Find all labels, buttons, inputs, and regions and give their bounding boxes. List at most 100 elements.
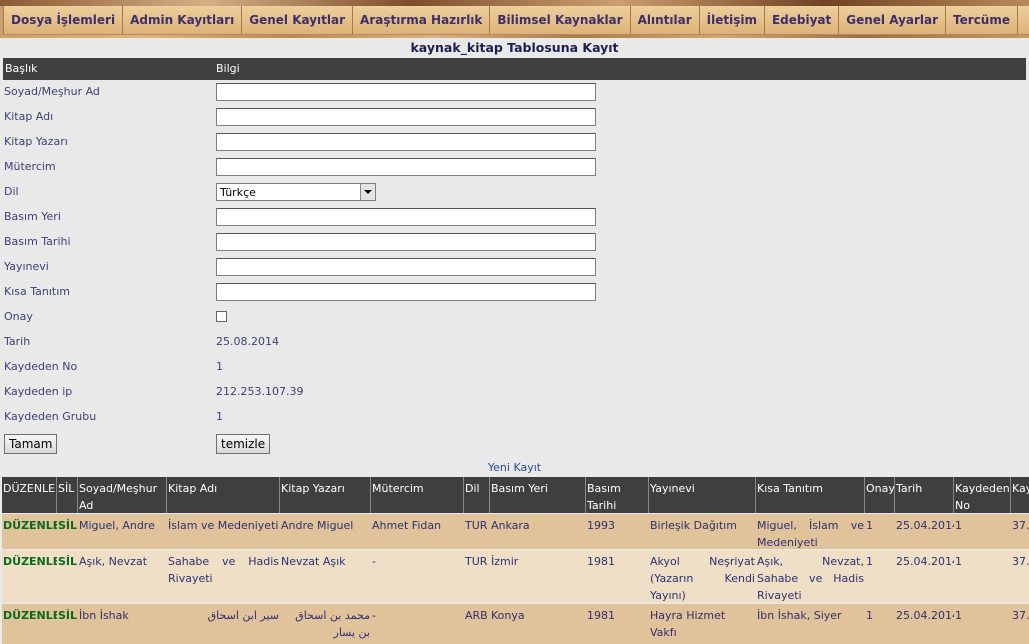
col-basim-tarihi: Basım Tarihi <box>586 477 649 513</box>
kaydeden-no-label: Kaydeden No <box>4 360 78 373</box>
cell-basim-yeri: Konya <box>491 609 525 622</box>
cell-dil: TUR <box>465 519 488 532</box>
edit-link[interactable]: DÜZENLE <box>2 517 57 534</box>
menu-genel-ayarlar[interactable]: Genel Ayarlar <box>839 6 947 34</box>
kaydeden-grubu-label: Kaydeden Grubu <box>4 410 97 423</box>
basim-yeri-input[interactable] <box>216 208 596 226</box>
edit-link[interactable]: DÜZENLE <box>2 553 57 570</box>
main-menu: Dosya İşlemleri Admin Kayıtları Genel Ka… <box>3 6 1029 35</box>
kaydeden-ip-value: 212.253.107.39 <box>216 385 304 398</box>
delete-link[interactable]: SİL <box>57 553 78 570</box>
cell-onay: 1 <box>866 555 873 568</box>
top-banner: Dosya İşlemleri Admin Kayıtları Genel Ka… <box>0 0 1029 38</box>
col-onay: Onay <box>865 477 895 513</box>
col-mutercim: Mütercim <box>371 477 464 513</box>
soyad-label: Soyad/Meşhur Ad <box>4 85 100 98</box>
row-onay: Onay <box>3 306 1026 331</box>
yayinevi-label: Yayınevi <box>4 260 49 273</box>
yayinevi-input[interactable] <box>216 258 596 276</box>
cell-kaydeden-no: 1 <box>955 519 962 532</box>
cell-kitap-adi: İslam ve Medeniyeti <box>168 519 279 532</box>
row-mutercim: Mütercim <box>3 156 1026 181</box>
row-kisa-tanitim: Kısa Tanıtım <box>3 281 1026 306</box>
menu-dosya-islemleri[interactable]: Dosya İşlemleri <box>3 6 124 34</box>
menu-alintilar[interactable]: Alıntılar <box>631 6 700 34</box>
col-kaydeden-no: Kaydeden No <box>954 477 1011 513</box>
kaydeden-ip-label: Kaydeden ip <box>4 385 73 398</box>
menu-tercume[interactable]: Tercüme <box>946 6 1018 34</box>
cell-basim-yeri: Ankara <box>491 519 530 532</box>
kisa-tanitim-label: Kısa Tanıtım <box>4 285 70 298</box>
row-basim-tarihi: Basım Tarihi <box>3 231 1026 256</box>
mutercim-input[interactable] <box>216 158 596 176</box>
cell-basim-tarihi: 1981 <box>587 555 615 568</box>
cell-yayinevi: Akyol Neşriyat (Yazarın Kendi Yayını) <box>650 555 755 602</box>
table-row: DÜZENLE SİL Miguel, Andre İslam ve Meden… <box>2 514 1029 549</box>
tarih-value: 25.08.2014 <box>216 335 279 348</box>
row-dil: Dil Türkçe <box>3 181 1026 206</box>
cell-kitap-adi: سیر ابن اسحاق <box>207 609 279 622</box>
menu-arastirma-hazirlik[interactable]: Araştırma Hazırlık <box>353 6 491 34</box>
dil-select[interactable]: Türkçe <box>216 183 376 201</box>
submit-button[interactable]: Tamam <box>4 434 58 454</box>
col-kisa-tanitim: Kısa Tanıtım <box>756 477 865 513</box>
col-duzenle: DÜZENLE <box>2 477 57 513</box>
list-title: Yeni Kayıt <box>487 461 542 474</box>
form-header-row: Başlık Bilgi <box>3 58 1026 80</box>
cell-kisa-tanitim: Miguel, İslam ve Medeniyeti <box>757 519 864 549</box>
delete-link[interactable]: SİL <box>57 517 78 534</box>
row-kitap-yazari: Kitap Yazarı <box>3 131 1026 156</box>
cell-kitap-yazari: Nevzat Aşık <box>281 555 346 568</box>
cell-soyad: Miguel, Andre <box>79 519 155 532</box>
cell-kisa-tanitim: Aşık, Nevzat, Sahabe ve Hadis Rivayeti <box>757 555 864 602</box>
kitap-yazari-label: Kitap Yazarı <box>4 135 68 148</box>
row-kaydeden-grubu: Kaydeden Grubu 1 <box>3 406 1026 431</box>
edit-link[interactable]: DÜZENLE <box>2 607 57 624</box>
kitap-adi-input[interactable] <box>216 108 596 126</box>
col-sil: SİL <box>57 477 78 513</box>
cell-onay: 1 <box>866 609 873 622</box>
cell-mutercim: Ahmet Fidan <box>372 519 442 532</box>
cell-kitap-yazari: Andre Miguel <box>281 519 354 532</box>
col-yayinevi: Yayınevi <box>649 477 756 513</box>
row-soyad: Soyad/Meşhur Ad <box>3 81 1026 106</box>
delete-link[interactable]: SİL <box>57 607 78 624</box>
cell-onay: 1 <box>866 519 873 532</box>
dil-label: Dil <box>4 185 19 198</box>
cell-basim-tarihi: 1981 <box>587 609 615 622</box>
cell-soyad: Aşık, Nevzat <box>79 555 148 568</box>
reset-button[interactable]: temizle <box>216 434 271 454</box>
cell-dil: TUR <box>465 555 488 568</box>
menu-bilimsel-kaynaklar[interactable]: Bilimsel Kaynaklar <box>490 6 631 34</box>
kaydeden-no-value: 1 <box>216 360 223 373</box>
table-row: DÜZENLE SİL İbn İshak سیر ابن اسحاق محمد… <box>2 604 1029 644</box>
col-kay: Kay <box>1011 477 1029 513</box>
dil-selected-value: Türkçe <box>220 186 256 199</box>
row-tarih: Tarih 25.08.2014 <box>3 331 1026 356</box>
cell-kaydeden-no: 1 <box>955 555 962 568</box>
cell-kisa-tanitim: İbn İshak, Siyer <box>757 609 842 622</box>
table-row: DÜZENLE SİL Aşık, Nevzat Sahabe ve Hadis… <box>2 550 1029 603</box>
cell-kay: 37. <box>1012 519 1029 532</box>
chevron-down-icon[interactable] <box>360 184 375 200</box>
row-kitap-adi: Kitap Adı <box>3 106 1026 131</box>
basim-tarihi-input[interactable] <box>216 233 596 251</box>
cell-basim-yeri: İzmir <box>491 555 519 568</box>
soyad-input[interactable] <box>216 83 596 101</box>
cell-tarih: 25.04.2014 <box>896 609 954 622</box>
cell-kitap-yazari: محمد بن اسحاق بن يسار <box>295 609 370 639</box>
cell-tarih: 25.04.2014 <box>896 519 954 532</box>
col-tarih: Tarih <box>895 477 954 513</box>
menu-admin-kayitlari[interactable]: Admin Kayıtları <box>123 6 243 34</box>
menu-edebiyat[interactable]: Edebiyat <box>765 6 840 34</box>
cell-kay: 37. <box>1012 609 1029 622</box>
basim-yeri-label: Basım Yeri <box>4 210 61 223</box>
cell-dil: ARB <box>465 609 488 622</box>
cell-yayinevi: Hayra Hizmet Vakfı <box>650 609 726 639</box>
onay-checkbox[interactable] <box>216 311 227 322</box>
kitap-yazari-input[interactable] <box>216 133 596 151</box>
menu-genel-kayitlar[interactable]: Genel Kayıtlar <box>242 6 354 34</box>
cell-kaydeden-no: 1 <box>955 609 962 622</box>
kisa-tanitim-input[interactable] <box>216 283 596 301</box>
menu-iletisim[interactable]: İletişim <box>700 6 765 34</box>
